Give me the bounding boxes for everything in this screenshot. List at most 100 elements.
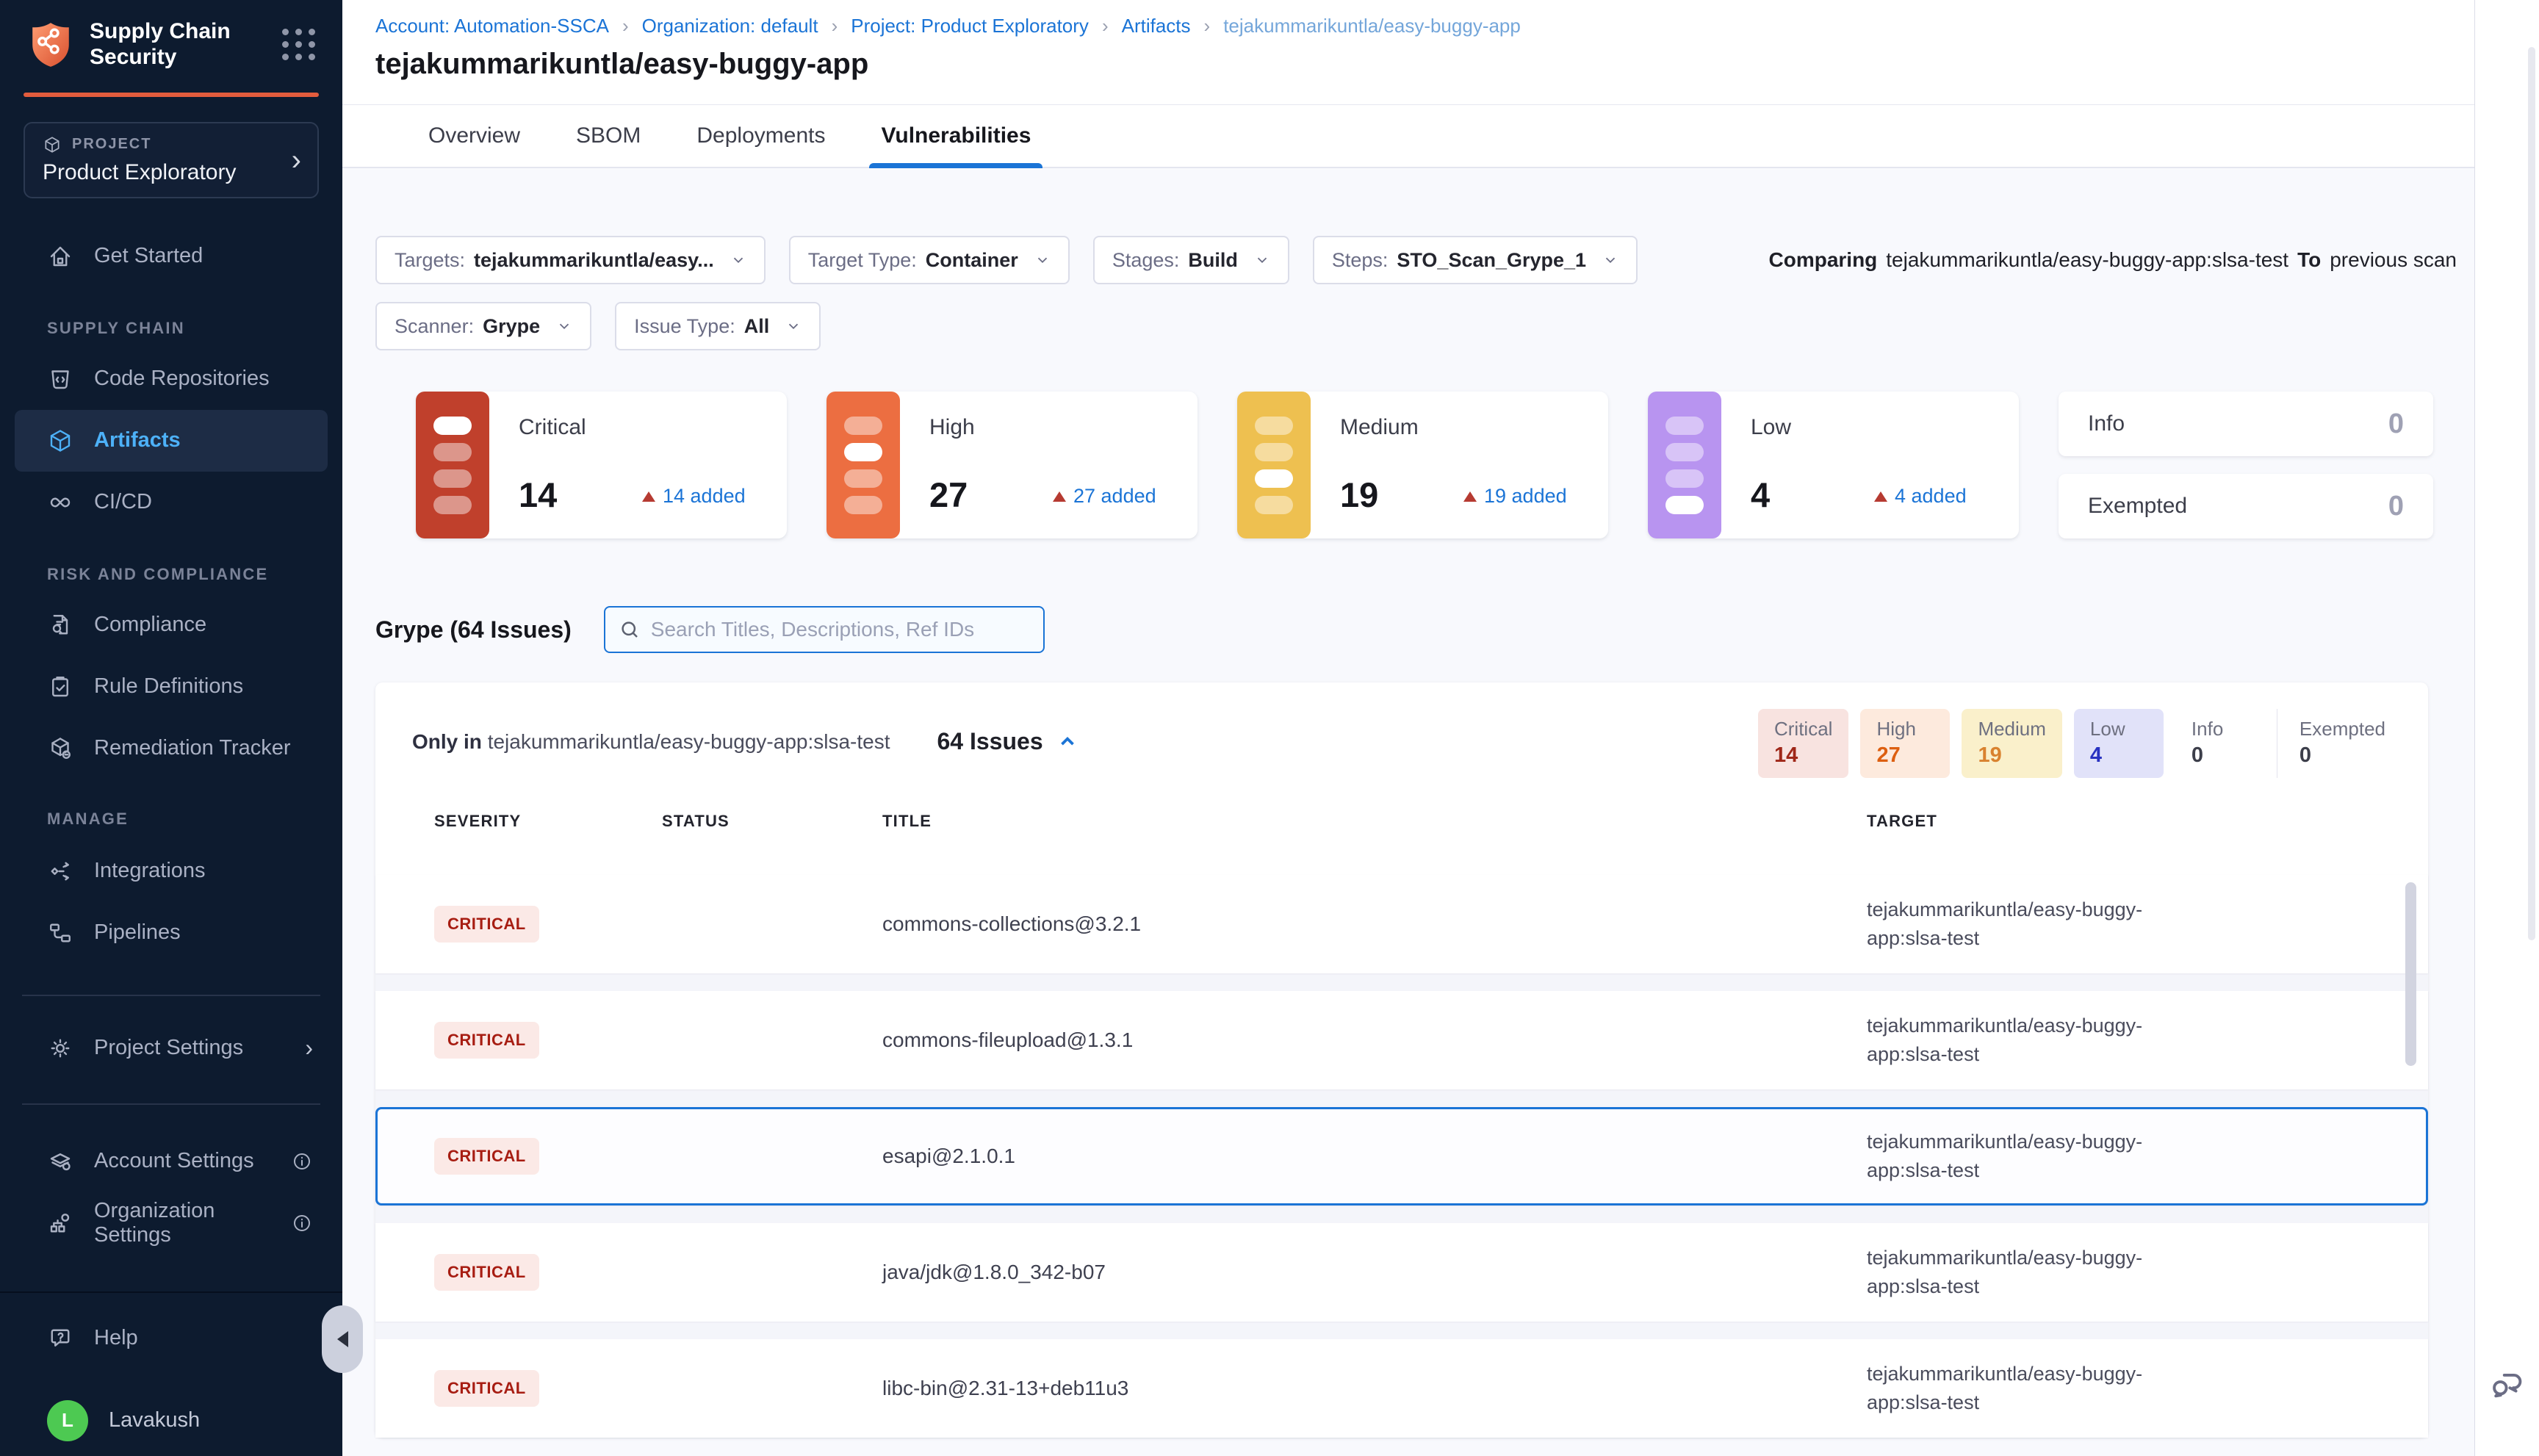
high-summary-card[interactable]: High 27 27 added bbox=[826, 392, 1198, 538]
sidebar-item-label: Rule Definitions bbox=[94, 674, 243, 699]
added-indicator: 4 added bbox=[1874, 485, 1967, 508]
filter-value: STO_Scan_Grype_1 bbox=[1397, 249, 1586, 272]
sidebar-item-rule-definitions[interactable]: Rule Definitions bbox=[0, 656, 342, 718]
user-menu[interactable]: L Lavakush bbox=[0, 1390, 342, 1452]
issue-type-filter-dropdown[interactable]: Issue Type: All bbox=[615, 302, 821, 350]
scanner-filter-dropdown[interactable]: Scanner: Grype bbox=[375, 302, 591, 350]
sidebar-item-label: CI/CD bbox=[94, 490, 152, 514]
breadcrumb-organization[interactable]: Organization: default bbox=[642, 15, 818, 37]
page-scroll-area bbox=[2474, 0, 2539, 1456]
layers-gear-icon bbox=[47, 1148, 73, 1175]
table-row-selected[interactable]: CRITICAL esapi@2.1.0.1 tejakummarikuntla… bbox=[375, 1107, 2428, 1205]
chevron-down-icon bbox=[1034, 252, 1051, 268]
sidebar-item-code-repositories[interactable]: Code Repositories bbox=[0, 348, 342, 410]
issues-group-header: Only in tejakummarikuntla/easy-buggy-app… bbox=[375, 709, 2428, 778]
chip-medium[interactable]: Medium 19 bbox=[1962, 709, 2061, 778]
col-status: STATUS bbox=[662, 812, 882, 831]
infinity-icon bbox=[47, 489, 73, 516]
sidebar-item-pipelines[interactable]: Pipelines bbox=[0, 902, 342, 964]
added-label: 14 added bbox=[663, 485, 746, 508]
filter-label: Target Type: bbox=[808, 249, 917, 272]
issue-target: tejakummarikuntla/easy-buggy-app:slsa-te… bbox=[1867, 1012, 2194, 1069]
project-selector[interactable]: PROJECT Product Exploratory › bbox=[24, 122, 319, 198]
sidebar-item-remediation-tracker[interactable]: Remediation Tracker bbox=[0, 718, 342, 779]
sidebar-item-account-settings[interactable]: Account Settings bbox=[0, 1131, 342, 1192]
issue-title[interactable]: libc-bin@2.31-13+deb11u3 bbox=[882, 1377, 1867, 1400]
breadcrumb: Account: Automation-SSCA › Organization:… bbox=[375, 15, 2474, 37]
issue-title[interactable]: commons-fileupload@1.3.1 bbox=[882, 1028, 1867, 1052]
triangle-up-icon bbox=[642, 491, 655, 502]
home-icon bbox=[47, 243, 73, 270]
project-name: Product Exploratory bbox=[43, 160, 300, 185]
sidebar-item-artifacts[interactable]: Artifacts bbox=[15, 410, 328, 472]
comparing-baseline[interactable]: previous scan bbox=[2330, 248, 2457, 272]
sidebar-item-help[interactable]: Help bbox=[0, 1308, 342, 1369]
stages-filter-dropdown[interactable]: Stages: Build bbox=[1093, 236, 1289, 284]
chip-high[interactable]: High 27 bbox=[1860, 709, 1950, 778]
breadcrumb-account[interactable]: Account: Automation-SSCA bbox=[375, 15, 609, 37]
sidebar-item-organization-settings[interactable]: Organization Settings bbox=[0, 1192, 342, 1254]
chip-count: 19 bbox=[1978, 743, 2045, 768]
tab-vulnerabilities[interactable]: Vulnerabilities bbox=[881, 105, 1031, 167]
info-circle-icon[interactable] bbox=[291, 1150, 313, 1172]
artifacts-cube-icon bbox=[47, 428, 73, 454]
search-input[interactable] bbox=[651, 618, 1030, 641]
search-icon bbox=[619, 619, 641, 641]
critical-summary-card[interactable]: Critical 14 14 added bbox=[416, 392, 787, 538]
target-type-filter-dropdown[interactable]: Target Type: Container bbox=[789, 236, 1070, 284]
project-label-row: PROJECT bbox=[43, 135, 300, 154]
sidebar-item-cicd[interactable]: CI/CD bbox=[0, 472, 342, 533]
issue-title[interactable]: commons-collections@3.2.1 bbox=[882, 912, 1867, 936]
sidebar-item-get-started[interactable]: Get Started bbox=[0, 226, 342, 287]
sidebar-collapse-handle[interactable] bbox=[322, 1305, 363, 1373]
scanner-issues-heading: Grype (64 Issues) bbox=[375, 616, 572, 644]
sidebar-item-project-settings[interactable]: Project Settings › bbox=[0, 1017, 342, 1079]
issue-title[interactable]: esapi@2.1.0.1 bbox=[882, 1145, 1867, 1168]
issue-title[interactable]: java/jdk@1.8.0_342-b07 bbox=[882, 1261, 1867, 1284]
chip-critical[interactable]: Critical 14 bbox=[1758, 709, 1848, 778]
chip-count: 4 bbox=[2090, 743, 2147, 768]
table-row[interactable]: CRITICAL libc-bin@2.31-13+deb11u3 tejaku… bbox=[375, 1339, 2428, 1438]
sidebar-footer-divider bbox=[0, 1291, 342, 1293]
tab-sbom[interactable]: SBOM bbox=[576, 105, 641, 167]
info-summary-card[interactable]: Info 0 bbox=[2059, 392, 2433, 456]
chevron-right-icon: › bbox=[292, 145, 301, 175]
chip-exempted[interactable]: Exempted 0 bbox=[2277, 709, 2402, 778]
table-row[interactable]: CRITICAL java/jdk@1.8.0_342-b07 tejakumm… bbox=[375, 1223, 2428, 1322]
code-repo-icon bbox=[47, 366, 73, 392]
info-circle-icon[interactable] bbox=[291, 1212, 313, 1234]
module-grid-icon[interactable] bbox=[282, 29, 316, 60]
breadcrumb-project[interactable]: Project: Product Exploratory bbox=[851, 15, 1089, 37]
help-chat-icon bbox=[47, 1325, 73, 1352]
severity-meter bbox=[1648, 392, 1721, 538]
low-summary-card[interactable]: Low 4 4 added bbox=[1648, 392, 2019, 538]
chat-bubbles-icon bbox=[2488, 1366, 2526, 1405]
tab-overview[interactable]: Overview bbox=[428, 105, 520, 167]
exempted-summary-card[interactable]: Exempted 0 bbox=[2059, 474, 2433, 538]
chat-feedback-button[interactable] bbox=[2488, 1366, 2526, 1405]
filter-value: Grype bbox=[483, 315, 540, 338]
info-exempted-column: Info 0 Exempted 0 bbox=[2059, 392, 2433, 538]
filter-label: Targets: bbox=[395, 249, 465, 272]
table-row[interactable]: CRITICAL commons-fileupload@1.3.1 tejaku… bbox=[375, 991, 2428, 1089]
breadcrumb-artifacts[interactable]: Artifacts bbox=[1122, 15, 1191, 37]
table-row[interactable]: CRITICAL commons-collections@3.2.1 tejak… bbox=[375, 875, 2428, 973]
medium-summary-card[interactable]: Medium 19 19 added bbox=[1237, 392, 1608, 538]
chip-low[interactable]: Low 4 bbox=[2074, 709, 2164, 778]
sidebar-item-integrations[interactable]: Integrations bbox=[0, 840, 342, 902]
steps-filter-dropdown[interactable]: Steps: STO_Scan_Grype_1 bbox=[1313, 236, 1638, 284]
chevron-down-icon bbox=[785, 318, 802, 334]
filter-value: tejakummarikuntla/easy... bbox=[474, 249, 714, 272]
chip-info[interactable]: Info 0 bbox=[2175, 709, 2265, 778]
page-scrollbar-thumb[interactable] bbox=[2528, 47, 2535, 940]
chevron-up-icon[interactable] bbox=[1056, 731, 1078, 753]
section-manage: MANAGE bbox=[0, 810, 342, 829]
breadcrumb-separator: › bbox=[832, 15, 838, 37]
table-scrollbar-thumb[interactable] bbox=[2405, 882, 2416, 1066]
org-gear-icon bbox=[47, 1210, 73, 1236]
filter-label: Steps: bbox=[1332, 249, 1389, 272]
targets-filter-dropdown[interactable]: Targets: tejakummarikuntla/easy... bbox=[375, 236, 766, 284]
tab-deployments[interactable]: Deployments bbox=[696, 105, 825, 167]
chip-label: High bbox=[1876, 718, 1934, 740]
sidebar-item-compliance[interactable]: Compliance bbox=[0, 594, 342, 656]
